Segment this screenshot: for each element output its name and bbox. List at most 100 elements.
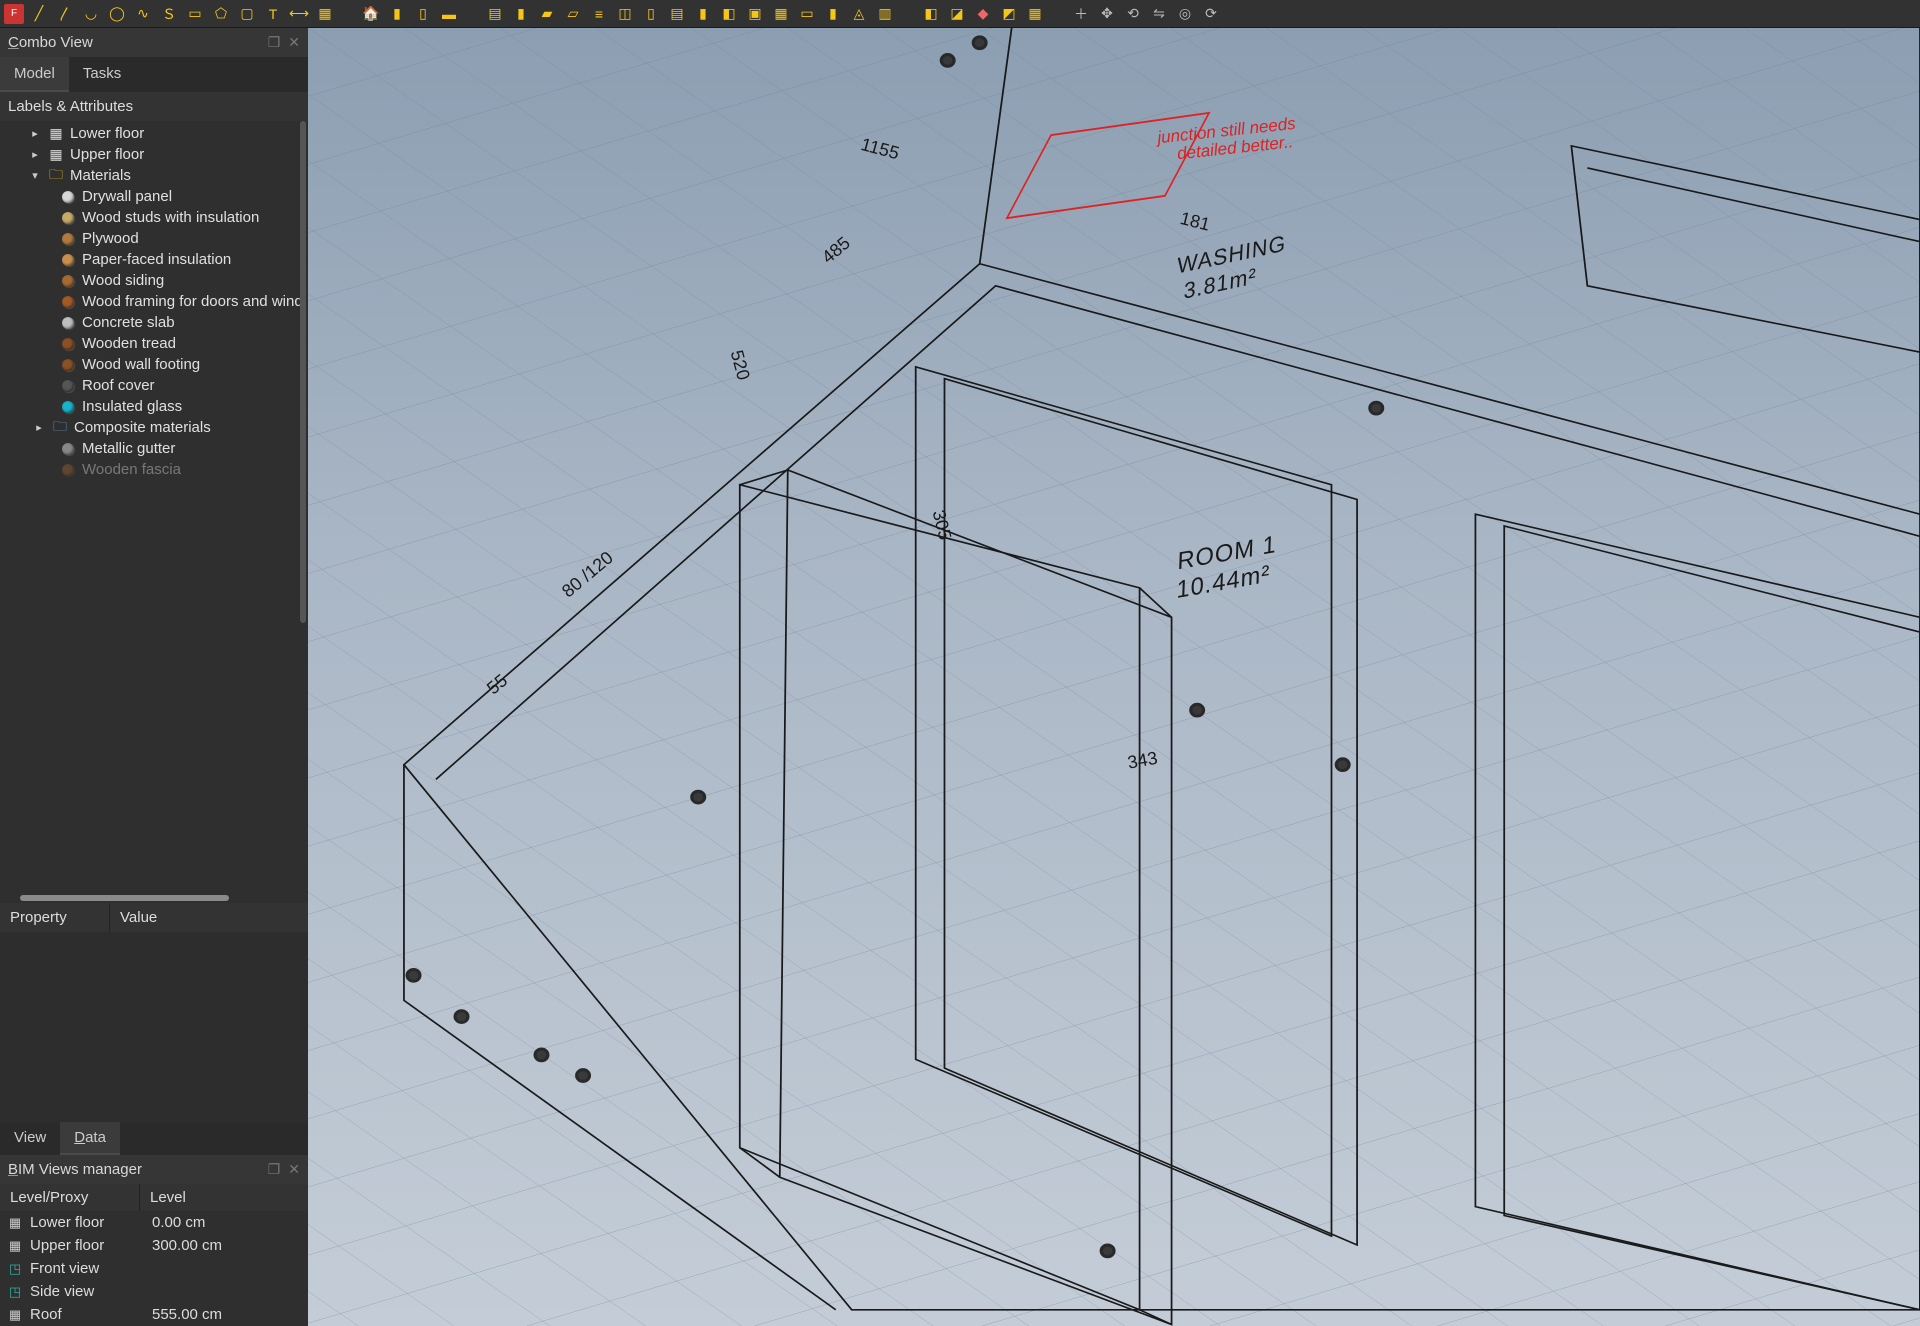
tree-item-material[interactable]: Roof cover bbox=[0, 375, 308, 396]
material-dot-icon bbox=[60, 462, 76, 478]
bim-row[interactable]: ◳ Side view bbox=[0, 1280, 308, 1303]
comp-fill-icon[interactable]: ◩ bbox=[998, 3, 1020, 25]
bim-building-icon[interactable]: 🏠 bbox=[360, 3, 382, 25]
draft-polygon-icon[interactable]: ⬠ bbox=[210, 3, 232, 25]
model-tree[interactable]: ▸ ▦ Lower floor ▸ ▦ Upper floor ▾ 🗀 Mate… bbox=[0, 121, 308, 893]
scrollbar-thumb[interactable] bbox=[300, 121, 306, 623]
array-icon[interactable]: ◎ bbox=[1174, 3, 1196, 25]
tree-item-material[interactable]: Concrete slab bbox=[0, 312, 308, 333]
bim-furniture-icon[interactable]: ◧ bbox=[718, 3, 740, 25]
comp-material-icon[interactable]: ◪ bbox=[946, 3, 968, 25]
sidebar: Combo View ❐ ✕ Model Tasks Labels & Attr… bbox=[0, 28, 308, 1326]
scrollbar-thumb[interactable] bbox=[20, 895, 229, 901]
bim-profile-icon[interactable]: ▭ bbox=[796, 3, 818, 25]
bim-truss-icon[interactable]: ◬ bbox=[848, 3, 870, 25]
col-value[interactable]: Value bbox=[110, 903, 308, 932]
bim-row[interactable]: ◳Front view bbox=[0, 1257, 308, 1280]
bim-slab-icon[interactable]: ▬ bbox=[438, 3, 460, 25]
tree-item-upper-floor[interactable]: ▸ ▦ Upper floor bbox=[0, 144, 308, 165]
chevron-right-icon[interactable]: ▸ bbox=[28, 148, 42, 161]
draft-curve-icon[interactable]: ∿ bbox=[132, 3, 154, 25]
bim-wall-icon[interactable]: ▮ bbox=[386, 3, 408, 25]
tree-item-material[interactable]: Paper-faced insulation bbox=[0, 249, 308, 270]
material-dot-icon bbox=[60, 357, 76, 373]
chevron-right-icon[interactable]: ▸ bbox=[28, 127, 42, 140]
draft-dimension-icon[interactable]: ⟷ bbox=[288, 3, 310, 25]
tab-model[interactable]: Model bbox=[0, 57, 69, 92]
tab-data[interactable]: Data bbox=[60, 1122, 120, 1155]
view-icon: ◳ bbox=[6, 1284, 24, 1300]
col-property[interactable]: Property bbox=[0, 903, 110, 932]
comp-layers-icon[interactable]: ▦ bbox=[1024, 3, 1046, 25]
draft-circle-icon[interactable]: ◯ bbox=[106, 3, 128, 25]
tree-h-scrollbar[interactable] bbox=[0, 893, 308, 903]
tree-label: Wood wall footing bbox=[82, 356, 200, 373]
align-icon[interactable]: ⟳ bbox=[1200, 3, 1222, 25]
level-icon: ▦ bbox=[6, 1238, 24, 1254]
folder-icon: 🗀 bbox=[52, 420, 68, 436]
panel-close-icon[interactable]: ✕ bbox=[288, 1161, 300, 1178]
bim-row-level: 300.00 cm bbox=[152, 1237, 302, 1254]
draft-hatch-icon[interactable]: ▦ bbox=[314, 3, 336, 25]
tree-item-material[interactable]: Wood wall footing bbox=[0, 354, 308, 375]
tree-item-material[interactable]: Wood siding bbox=[0, 270, 308, 291]
tab-view[interactable]: View bbox=[0, 1122, 60, 1155]
bim-stairs-icon[interactable]: ▤ bbox=[666, 3, 688, 25]
bim-member-icon[interactable]: ▮ bbox=[822, 3, 844, 25]
draft-arc-icon[interactable]: ◡ bbox=[80, 3, 102, 25]
draft-line-icon[interactable]: ╱ bbox=[28, 3, 50, 25]
axis-add-icon[interactable]: ＋ bbox=[1070, 3, 1092, 25]
panel-close-icon[interactable]: ✕ bbox=[288, 34, 300, 51]
chevron-right-icon[interactable]: ▸ bbox=[32, 421, 46, 434]
bim-row[interactable]: ▦Upper floor300.00 cm bbox=[0, 1234, 308, 1257]
chevron-down-icon[interactable]: ▾ bbox=[28, 169, 42, 182]
tree-label: Wood studs with insulation bbox=[82, 209, 259, 226]
3d-viewport[interactable]: junction still needs detailed better.. W… bbox=[308, 28, 1920, 1326]
bim-panel-icon[interactable]: ▤ bbox=[484, 3, 506, 25]
draft-polyline-icon[interactable]: 〳 bbox=[54, 3, 76, 25]
comp-cube-icon[interactable]: ◧ bbox=[920, 3, 942, 25]
bim-roof-icon[interactable]: ▰ bbox=[536, 3, 558, 25]
tree-item-material[interactable]: Drywall panel bbox=[0, 186, 308, 207]
tree-item-materials[interactable]: ▾ 🗀 Materials bbox=[0, 165, 308, 186]
axis-move-icon[interactable]: ✥ bbox=[1096, 3, 1118, 25]
bim-equipment-icon[interactable]: ▣ bbox=[744, 3, 766, 25]
bim-column-icon[interactable]: ▯ bbox=[412, 3, 434, 25]
tab-tasks[interactable]: Tasks bbox=[69, 57, 135, 92]
comp-alert-icon[interactable]: ◆ bbox=[972, 3, 994, 25]
bim-railing-icon[interactable]: ▥ bbox=[874, 3, 896, 25]
bim-row[interactable]: ▦Roof555.00 cm bbox=[0, 1303, 308, 1326]
panel-float-icon[interactable]: ❐ bbox=[268, 1161, 281, 1178]
tree-item-material[interactable]: Wood studs with insulation bbox=[0, 207, 308, 228]
tree-item-material[interactable]: Wood framing for doors and wind bbox=[0, 291, 308, 312]
rotate-icon[interactable]: ⟲ bbox=[1122, 3, 1144, 25]
tree-item-material[interactable]: Plywood bbox=[0, 228, 308, 249]
tree-label: Wooden fascia bbox=[82, 461, 181, 478]
mirror-icon[interactable]: ⇋ bbox=[1148, 3, 1170, 25]
bim-window-icon[interactable]: ◫ bbox=[614, 3, 636, 25]
tree-item-composite[interactable]: ▸ 🗀 Composite materials bbox=[0, 417, 308, 438]
tree-item-fascia[interactable]: Wooden fascia bbox=[0, 459, 308, 480]
tree-header: Labels & Attributes bbox=[0, 92, 308, 121]
bim-pipe-icon[interactable]: ▮ bbox=[692, 3, 714, 25]
tree-item-lower-floor[interactable]: ▸ ▦ Lower floor bbox=[0, 123, 308, 144]
draft-text-icon[interactable]: T bbox=[262, 3, 284, 25]
bim-row-name: Side view bbox=[30, 1283, 146, 1300]
draft-spline-icon[interactable]: Ｓ bbox=[158, 3, 180, 25]
tree-item-gutter[interactable]: Metallic gutter bbox=[0, 438, 308, 459]
app-icon[interactable]: F bbox=[4, 4, 24, 24]
bim-beam-icon[interactable]: ▮ bbox=[510, 3, 532, 25]
draft-box-icon[interactable]: ▢ bbox=[236, 3, 258, 25]
tree-item-material[interactable]: Wooden tread bbox=[0, 333, 308, 354]
tree-item-material[interactable]: Insulated glass bbox=[0, 396, 308, 417]
bim-rebar-icon[interactable]: ≡ bbox=[588, 3, 610, 25]
bim-row[interactable]: ▦Lower floor0.00 cm bbox=[0, 1211, 308, 1234]
bim-structure-icon[interactable]: ▱ bbox=[562, 3, 584, 25]
tree-scrollbar[interactable] bbox=[300, 121, 306, 893]
draft-rect-icon[interactable]: ▭ bbox=[184, 3, 206, 25]
panel-float-icon[interactable]: ❐ bbox=[268, 34, 281, 51]
bim-door-icon[interactable]: ▯ bbox=[640, 3, 662, 25]
bim-frame-icon[interactable]: ▦ bbox=[770, 3, 792, 25]
col-level[interactable]: Level bbox=[140, 1184, 308, 1211]
col-level-proxy[interactable]: Level/Proxy bbox=[0, 1184, 140, 1211]
